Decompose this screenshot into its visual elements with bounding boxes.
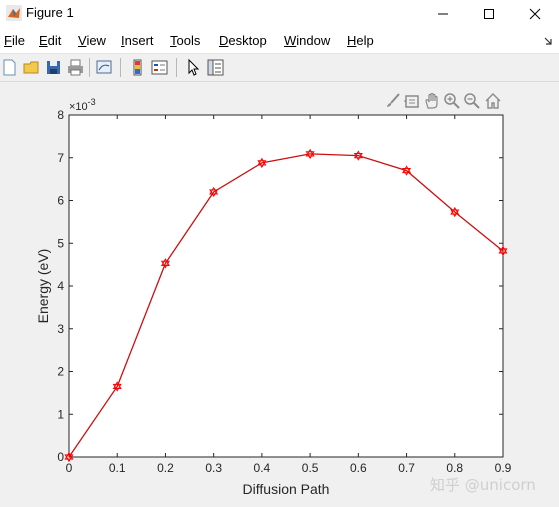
y-tick-label: 7 bbox=[57, 151, 64, 165]
y-tick-label: 3 bbox=[57, 322, 64, 336]
y-tick-label: 5 bbox=[57, 236, 64, 250]
x-tick-label: 0.5 bbox=[302, 461, 319, 475]
x-tick-label: 0.1 bbox=[109, 461, 126, 475]
x-tick-label: 0.4 bbox=[254, 461, 271, 475]
x-tick-label: 0.9 bbox=[495, 461, 512, 475]
y-tick-label: 2 bbox=[57, 365, 64, 379]
y-tick-label: 1 bbox=[57, 407, 64, 421]
x-tick-label: 0 bbox=[66, 461, 73, 475]
x-tick-label: 0.3 bbox=[205, 461, 222, 475]
x-tick-label: 0.6 bbox=[350, 461, 367, 475]
y-tick-label: 8 bbox=[57, 108, 64, 122]
line-chart: 0 0.1 0.2 0.3 0.4 0.5 0.6 0.7 0.8 0.9 0 1 2 3 4 5 6 7 8 ×10… bbox=[35, 97, 512, 497]
x-tick-label: 0.2 bbox=[157, 461, 174, 475]
y-axis-label: Energy (eV) bbox=[35, 249, 51, 324]
plot-area bbox=[68, 114, 504, 458]
watermark-text: 知乎 @unicorn bbox=[430, 476, 536, 494]
x-tick-label: 0.8 bbox=[446, 461, 463, 475]
x-axis-label: Diffusion Path bbox=[243, 481, 330, 497]
y-tick-label: 4 bbox=[57, 279, 64, 293]
y-tick-label: 0 bbox=[57, 450, 64, 464]
y-exponent-label: ×10-3 bbox=[69, 97, 96, 113]
y-exponent-value: -3 bbox=[88, 97, 96, 107]
x-tick-label: 0.7 bbox=[398, 461, 415, 475]
y-tick-label: 6 bbox=[57, 194, 64, 208]
